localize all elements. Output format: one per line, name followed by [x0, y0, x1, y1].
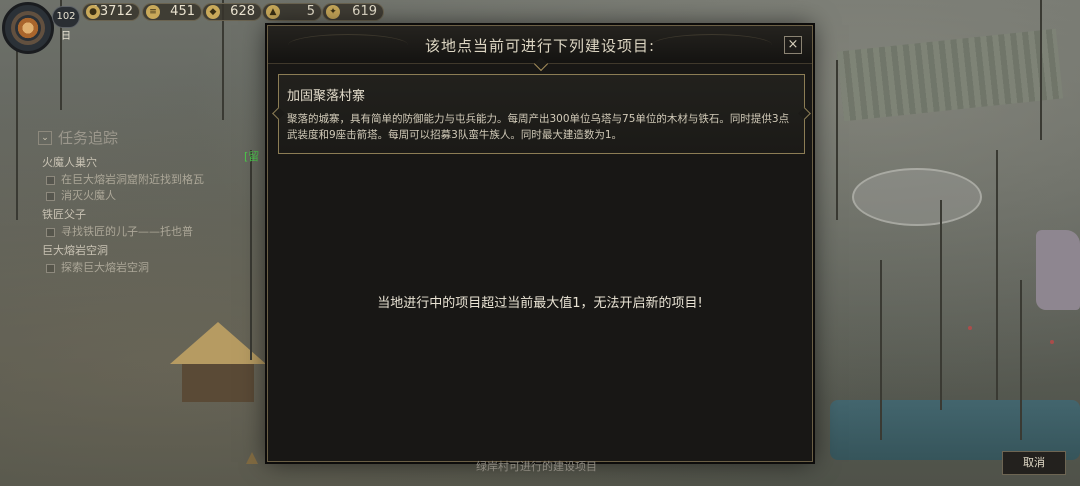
ember — [1050, 340, 1054, 344]
quest-tracker-title: 任务追踪 — [58, 129, 119, 147]
bare-tree — [940, 200, 942, 410]
project-description: 聚落的城寨，具有简单的防御能力与屯兵能力。每周产出300单位乌塔与75单位的木材… — [287, 113, 790, 141]
quest-objective[interactable]: 在巨大熔岩洞窟附近找到格瓦 — [46, 173, 218, 187]
bare-tree — [836, 60, 838, 220]
quest-group-title[interactable]: 铁匠父子 — [42, 206, 218, 222]
objective-label: 在巨大熔岩洞窟附近找到格瓦 — [61, 173, 204, 186]
resource-value: 619 — [352, 4, 377, 19]
bell-icon: ▲ — [266, 5, 280, 19]
wood-icon: ≡ — [146, 5, 160, 19]
chevron-down-icon[interactable]: ⌄ — [38, 130, 52, 145]
campfire-icon — [246, 452, 258, 464]
sun-clock-icon[interactable] — [2, 2, 54, 54]
quest-objective[interactable]: 寻找铁匠的儿子——托也普 — [46, 225, 218, 239]
cliff-ribbon — [836, 28, 1064, 122]
resource-value: 5 — [306, 4, 315, 19]
bare-tree — [1020, 280, 1022, 440]
coin-icon: ● — [86, 5, 100, 19]
day-counter: 102日 — [52, 6, 80, 42]
resource-coins: ● 13712 — [82, 3, 140, 21]
quest-tracker-header[interactable]: ⌄ 任务追踪 — [38, 127, 218, 148]
resource-ore: ✦ 619 — [322, 3, 384, 21]
cancel-button[interactable]: 取消 — [1002, 451, 1066, 475]
bare-tree — [996, 150, 998, 400]
objective-checkbox — [46, 264, 55, 273]
dialog-title: 该地点当前可进行下列建设项目: — [424, 37, 656, 55]
boulder — [1036, 230, 1080, 310]
quest-tracker: ⌄ 任务追踪 火魔人巢穴 在巨大熔岩洞窟附近找到格瓦 消灭火魔人 铁匠父子 寻找… — [38, 127, 218, 277]
bare-tree — [250, 150, 252, 360]
construction-dialog: 该地点当前可进行下列建设项目: × 加固聚落村寨 聚落的城寨，具有简单的防御能力… — [267, 25, 813, 462]
quest-group-title[interactable]: 火魔人巢穴 — [42, 154, 218, 170]
objective-label: 寻找铁匠的儿子——托也普 — [61, 225, 193, 238]
objective-checkbox — [46, 176, 55, 185]
objective-checkbox — [46, 192, 55, 201]
resource-wood: ≡ 451 — [142, 3, 202, 21]
resource-value: 628 — [230, 4, 255, 19]
grain-icon: ◆ — [206, 5, 220, 19]
misty-pond — [852, 168, 982, 226]
objective-checkbox — [46, 228, 55, 237]
map-unit-tag[interactable]: [留 — [244, 148, 259, 164]
construction-project-card[interactable]: 加固聚落村寨 聚落的城寨，具有简单的防御能力与屯兵能力。每周产出300单位乌塔与… — [278, 74, 805, 154]
quest-objective[interactable]: 消灭火魔人 — [46, 189, 218, 203]
hut-wall — [182, 364, 254, 402]
quest-group-title[interactable]: 巨大熔岩空洞 — [42, 242, 218, 258]
objective-label: 探索巨大熔岩空洞 — [61, 261, 149, 274]
project-limit-warning: 当地进行中的项目超过当前最大值1，无法开启新的项目! — [377, 296, 703, 311]
bare-tree — [16, 30, 18, 220]
resource-bells: ▲ 5 — [262, 3, 322, 21]
quest-objective[interactable]: 探索巨大熔岩空洞 — [46, 261, 218, 275]
close-button[interactable]: × — [784, 36, 802, 54]
resource-grain: ◆ 628 — [202, 3, 262, 21]
objective-label: 消灭火魔人 — [61, 189, 116, 202]
project-name: 加固聚落村寨 — [287, 89, 366, 104]
bottom-caption: 绿岸村可进行的建设项目 — [476, 460, 597, 473]
ember — [968, 326, 972, 330]
bare-tree — [880, 260, 882, 440]
ore-icon: ✦ — [326, 5, 340, 19]
bare-tree — [1040, 0, 1042, 140]
resource-value: 451 — [170, 4, 195, 19]
